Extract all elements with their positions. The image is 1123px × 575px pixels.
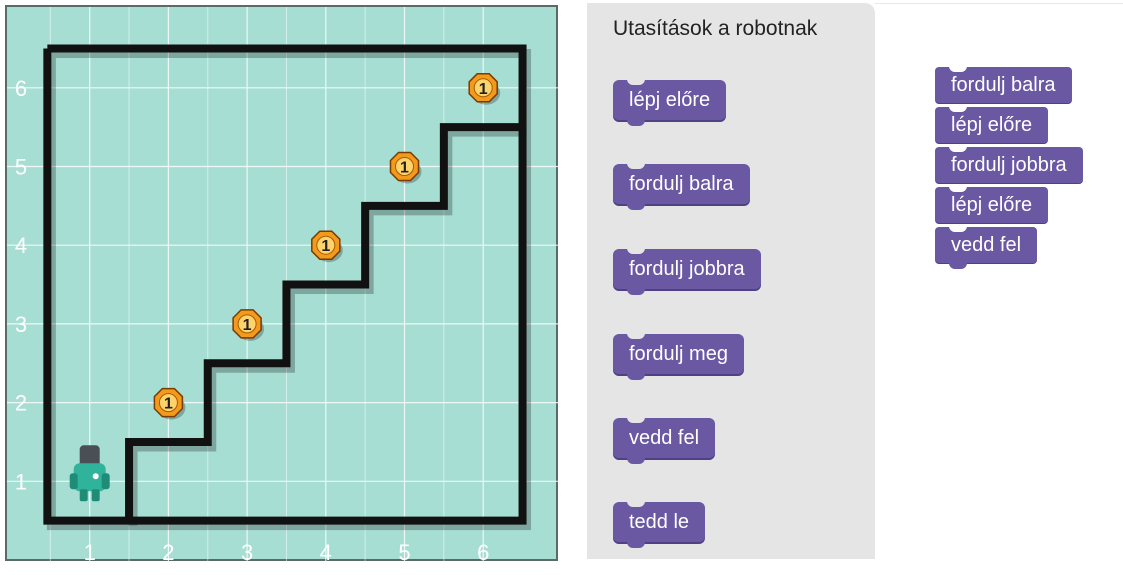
- x-axis-label: 4: [320, 540, 332, 563]
- palette-block-move-forward[interactable]: lépj előre: [613, 79, 727, 126]
- y-axis-label: 5: [15, 155, 27, 180]
- robot-arm-right: [101, 473, 110, 490]
- program-block-turn-left[interactable]: fordulj balra: [935, 66, 1072, 104]
- coin-value: 1: [243, 317, 252, 334]
- y-axis-label: 3: [15, 312, 27, 337]
- board-canvas: 1 2 3 4 5 6 1 2 3 4 5 6 1 1 1 1 1: [7, 7, 560, 563]
- coin-value: 1: [479, 81, 488, 98]
- program-stack[interactable]: fordulj balra lépj előre fordulj jobbra …: [935, 66, 1083, 269]
- instruction-palette: Utasítások a robotnak lépj előre fordulj…: [587, 3, 875, 559]
- y-axis-label: 6: [15, 76, 27, 101]
- game-board: 1 2 3 4 5 6 1 2 3 4 5 6 1 1 1 1 1: [5, 5, 560, 563]
- robot-leg-right: [91, 489, 100, 502]
- palette-block-pick-up[interactable]: vedd fel: [613, 417, 716, 464]
- palette-block-turn-around[interactable]: fordulj meg: [613, 333, 744, 380]
- coin-value: 1: [321, 238, 330, 255]
- x-axis-label: 2: [162, 540, 174, 563]
- y-axis-label: 2: [15, 391, 27, 416]
- y-axis-label: 1: [15, 469, 27, 494]
- x-axis-label: 6: [477, 540, 489, 563]
- y-axis-label: 4: [15, 233, 27, 258]
- workspace-top-border: [875, 3, 1123, 4]
- program-block-pick-up[interactable]: vedd fel: [935, 226, 1038, 269]
- x-axis-label: 5: [398, 540, 410, 563]
- program-block-turn-right[interactable]: fordulj jobbra: [935, 146, 1083, 184]
- program-block-move-forward[interactable]: lépj előre: [935, 186, 1049, 224]
- stair-wall-shadow: [128, 127, 527, 526]
- robot-arm-left: [69, 473, 78, 490]
- x-axis-label: 3: [241, 540, 253, 563]
- robot-eye: [92, 473, 99, 480]
- palette-block-turn-right[interactable]: fordulj jobbra: [613, 248, 761, 295]
- program-block-move-forward[interactable]: lépj előre: [935, 106, 1049, 144]
- palette-block-put-down[interactable]: tedd le: [613, 501, 706, 548]
- coin-value: 1: [400, 160, 409, 177]
- palette-title: Utasítások a robotnak: [613, 17, 818, 40]
- robot-body: [73, 463, 106, 492]
- palette-block-turn-left[interactable]: fordulj balra: [613, 163, 750, 210]
- coin-value: 1: [164, 396, 173, 413]
- x-axis-label: 1: [84, 540, 96, 563]
- robot-leg-left: [79, 489, 88, 502]
